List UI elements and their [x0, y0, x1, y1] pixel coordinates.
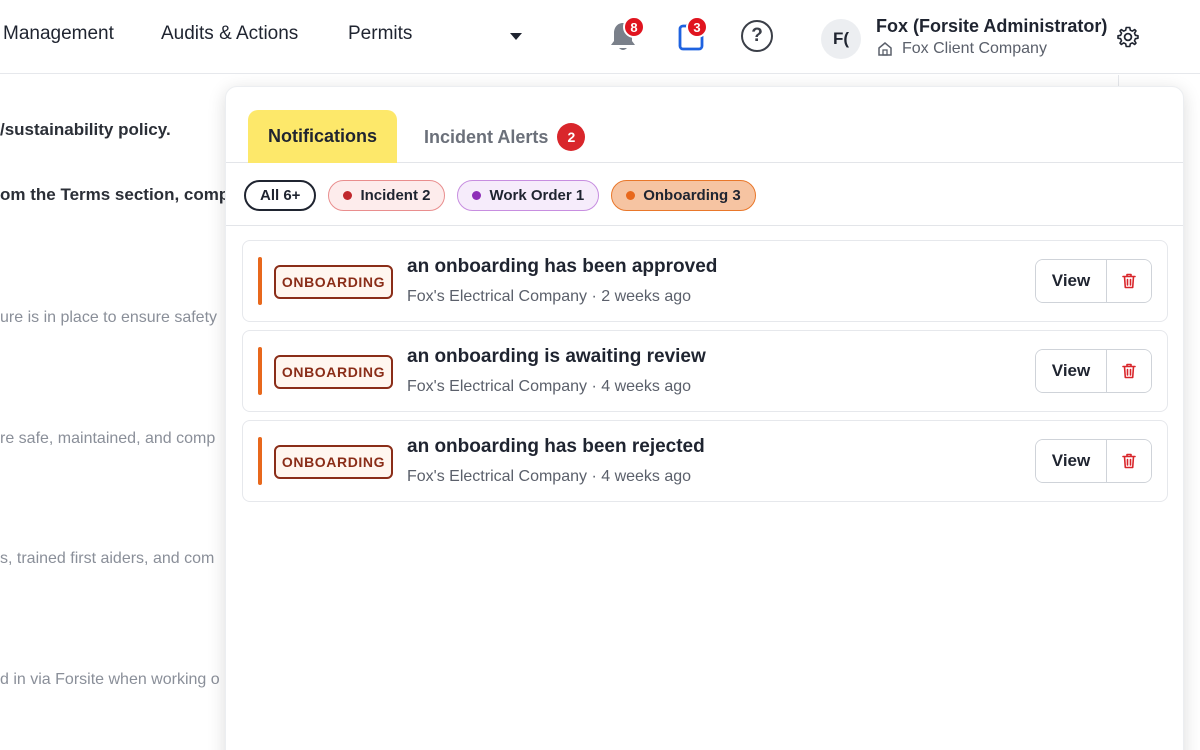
background-text-line: om the Terms section, compl — [0, 185, 234, 204]
view-button[interactable]: View — [1036, 260, 1107, 302]
view-button[interactable]: View — [1036, 440, 1107, 482]
notification-actions: View — [1035, 349, 1152, 393]
notification-actions: View — [1035, 259, 1152, 303]
work-order-dot-icon — [472, 191, 482, 200]
notification-title: an onboarding has been approved — [407, 256, 718, 277]
filter-chip-all[interactable]: All 6+ — [244, 180, 317, 211]
incident-alerts-count-badge: 2 — [557, 123, 586, 151]
notification-meta: Fox's Electrical Company · 2 weeks ago — [407, 288, 692, 305]
filter-chips: All 6+ Incident 2 Work Order 1 Onboardin… — [244, 180, 756, 211]
notification-item[interactable]: ONBOARDING an onboarding has been reject… — [242, 420, 1168, 502]
notification-meta: Fox's Electrical Company · 4 weeks ago — [407, 468, 692, 485]
tab-notifications[interactable]: Notifications — [248, 110, 397, 163]
filter-chip-label: Work Order 1 — [489, 187, 585, 204]
divider — [226, 225, 1183, 226]
category-accent-bar — [258, 257, 262, 305]
delete-button[interactable] — [1107, 350, 1151, 392]
top-navigation: Management Audits & Actions Permits 8 3 … — [0, 0, 1200, 74]
view-button[interactable]: View — [1036, 350, 1107, 392]
notification-item[interactable]: ONBOARDING an onboarding has been approv… — [242, 240, 1168, 322]
chevron-down-icon[interactable] — [510, 33, 522, 40]
trash-icon — [1122, 273, 1136, 289]
notification-count-badge: 8 — [623, 16, 645, 38]
panel-tabs: Notifications Incident Alerts 2 — [226, 87, 1183, 163]
notification-title: an onboarding has been rejected — [407, 436, 705, 457]
filter-chip-label: Onboarding 3 — [643, 187, 741, 204]
notification-actions: View — [1035, 439, 1152, 483]
category-tag: ONBOARDING — [274, 265, 393, 299]
help-icon[interactable]: ? — [741, 20, 773, 52]
tab-incident-alerts-label: Incident Alerts — [424, 126, 549, 147]
tab-incident-alerts[interactable]: Incident Alerts 2 — [424, 123, 586, 151]
background-text-line: ure is in place to ensure safety — [0, 309, 218, 326]
filter-chip-label: All 6+ — [260, 187, 301, 204]
tasks-count-badge: 3 — [686, 16, 708, 38]
notification-meta: Fox's Electrical Company · 4 weeks ago — [407, 378, 692, 395]
notification-list: ONBOARDING an onboarding has been approv… — [242, 240, 1168, 510]
nav-item-management[interactable]: Management — [3, 23, 114, 45]
delete-button[interactable] — [1107, 440, 1151, 482]
background-text-line: /sustainability policy. — [0, 120, 171, 139]
home-icon — [877, 41, 893, 62]
notification-item[interactable]: ONBOARDING an onboarding is awaiting rev… — [242, 330, 1168, 412]
category-tag: ONBOARDING — [274, 445, 393, 479]
incident-dot-icon — [343, 191, 353, 200]
category-accent-bar — [258, 437, 262, 485]
filter-chip-incident[interactable]: Incident 2 — [328, 180, 446, 211]
background-text-line: d in via Forsite when working o — [0, 671, 220, 688]
filter-chip-label: Incident 2 — [360, 187, 431, 204]
background-text-line: re safe, maintained, and comp — [0, 430, 216, 447]
filter-chip-work-order[interactable]: Work Order 1 — [457, 180, 600, 211]
nav-item-audits-actions[interactable]: Audits & Actions — [161, 23, 298, 45]
category-accent-bar — [258, 347, 262, 395]
onboarding-dot-icon — [626, 191, 636, 200]
notifications-panel: Notifications Incident Alerts 2 All 6+ I… — [225, 86, 1184, 750]
background-text-line: s, trained first aiders, and com — [0, 550, 215, 567]
category-tag: ONBOARDING — [274, 355, 393, 389]
delete-button[interactable] — [1107, 260, 1151, 302]
user-company: Fox Client Company — [902, 40, 1047, 57]
trash-icon — [1122, 363, 1136, 379]
user-name[interactable]: Fox (Forsite Administrator) — [876, 16, 1107, 37]
trash-icon — [1122, 453, 1136, 469]
filter-chip-onboarding[interactable]: Onboarding 3 — [611, 180, 756, 211]
avatar[interactable]: F( — [821, 19, 861, 59]
notification-title: an onboarding is awaiting review — [407, 346, 706, 367]
gear-icon[interactable] — [1116, 25, 1140, 54]
nav-item-permits[interactable]: Permits — [348, 23, 412, 45]
